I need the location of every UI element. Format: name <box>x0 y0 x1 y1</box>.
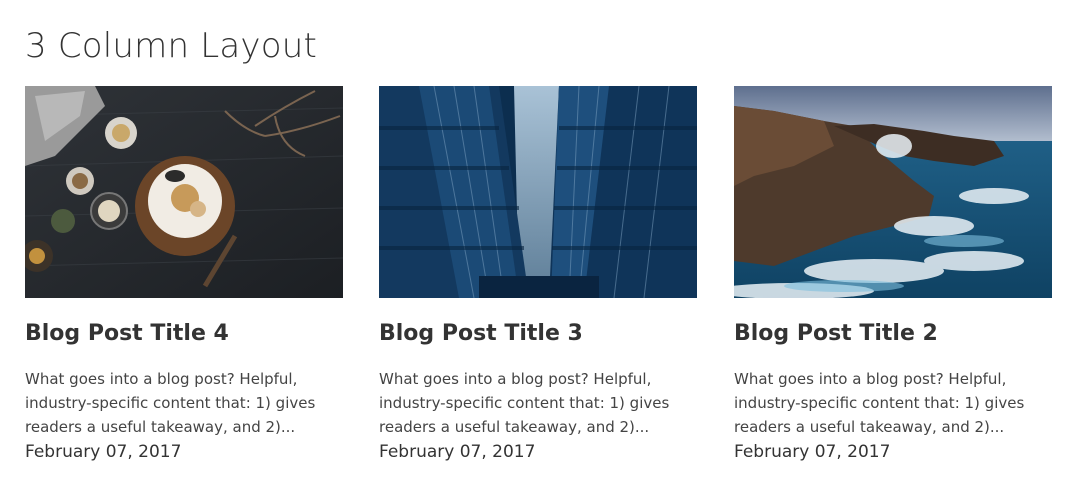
post-thumbnail-city[interactable] <box>379 86 697 298</box>
post-excerpt: What goes into a blog post? Helpful, ind… <box>734 370 1025 436</box>
blog-post-grid: Blog Post Title 4 What goes into a blog … <box>25 86 1053 476</box>
blog-post-card: Blog Post Title 4 What goes into a blog … <box>25 86 343 476</box>
blog-post-card: Blog Post Title 2 What goes into a blog … <box>734 86 1052 476</box>
section-title: 3 Column Layout <box>25 26 318 66</box>
post-date: February 07, 2017 <box>734 442 891 462</box>
food-flatlay-photo <box>25 86 343 298</box>
ocean-cliffs-photo <box>734 86 1052 298</box>
blog-post-card: Blog Post Title 3 What goes into a blog … <box>379 86 697 476</box>
post-title[interactable]: Blog Post Title 4 <box>25 319 343 349</box>
post-title[interactable]: Blog Post Title 3 <box>379 319 697 349</box>
post-thumbnail-food[interactable] <box>25 86 343 298</box>
post-excerpt: What goes into a blog post? Helpful, ind… <box>379 370 670 436</box>
post-thumbnail-ocean[interactable] <box>734 86 1052 298</box>
post-excerpt: What goes into a blog post? Helpful, ind… <box>25 370 316 436</box>
post-title[interactable]: Blog Post Title 2 <box>734 319 1052 349</box>
city-skyscrapers-photo <box>379 86 697 298</box>
post-date: February 07, 2017 <box>25 442 182 462</box>
post-date: February 07, 2017 <box>379 442 536 462</box>
